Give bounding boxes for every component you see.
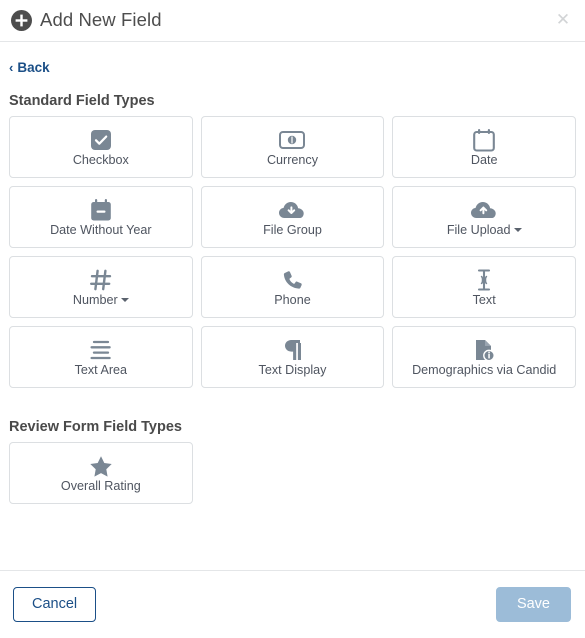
standard-field-type-grid: Checkbox Currency Date Date Without Year: [9, 116, 576, 388]
calendar-minus-icon: [90, 198, 112, 222]
cancel-button[interactable]: Cancel: [13, 587, 97, 622]
field-type-card-date[interactable]: Date: [392, 116, 576, 178]
back-label: Back: [17, 60, 50, 75]
section-title-standard: Standard Field Types: [9, 93, 155, 109]
field-type-label: Checkbox: [72, 153, 129, 168]
align-left-icon: [90, 338, 112, 362]
pilcrow-icon: [282, 338, 302, 362]
field-type-label: File Upload: [447, 223, 522, 238]
field-type-card-text[interactable]: Text: [392, 256, 576, 318]
review-form-field-type-grid: Overall Rating: [9, 442, 576, 504]
back-link[interactable]: ‹ Back: [9, 60, 50, 75]
chevron-down-icon[interactable]: [120, 297, 129, 302]
checkbox-checked-icon: [90, 128, 112, 152]
field-type-label: Date: [470, 153, 498, 168]
field-type-label: Phone: [274, 293, 311, 308]
field-type-card-number[interactable]: Number: [9, 256, 193, 318]
field-type-label: Text Display: [258, 363, 327, 378]
field-type-card-demographics-via-candid[interactable]: Demographics via Candid: [392, 326, 576, 388]
field-type-label: File Group: [263, 223, 322, 238]
chevron-down-icon[interactable]: [513, 227, 522, 232]
field-type-label: Overall Rating: [60, 479, 141, 494]
close-icon[interactable]: ✕: [554, 11, 572, 29]
modal-body: ‹ Back Standard Field Types Checkbox Cur…: [0, 42, 585, 570]
field-type-label: Date Without Year: [50, 223, 152, 238]
field-type-label: Currency: [266, 153, 319, 168]
field-type-card-file-upload[interactable]: File Upload: [392, 186, 576, 248]
modal-footer: Cancel Save: [0, 570, 585, 638]
field-type-label: Demographics via Candid: [412, 363, 557, 378]
money-bill-icon: [279, 128, 306, 152]
phone-icon: [282, 268, 303, 292]
cloud-download-icon: [278, 198, 306, 222]
field-type-card-text-area[interactable]: Text Area: [9, 326, 193, 388]
field-type-label: Number: [73, 293, 129, 308]
text-cursor-icon: [477, 268, 491, 292]
field-type-label: Text Area: [74, 363, 128, 378]
save-button[interactable]: Save: [495, 587, 571, 622]
chevron-left-icon: ‹: [9, 60, 14, 75]
modal-header: Add New Field ✕: [0, 0, 585, 42]
plus-circle-icon: [11, 10, 32, 31]
field-type-card-checkbox[interactable]: Checkbox: [9, 116, 193, 178]
calendar-icon: [473, 128, 496, 152]
cloud-upload-icon: [470, 198, 498, 222]
field-type-card-text-display[interactable]: Text Display: [200, 326, 385, 388]
field-type-label: Text: [472, 293, 496, 308]
add-new-field-modal: Add New Field ✕ ‹ Back Standard Field Ty…: [0, 0, 585, 638]
hashtag-icon: [89, 268, 112, 292]
field-type-card-date-without-year[interactable]: Date Without Year: [9, 186, 193, 248]
file-info-icon: [473, 338, 496, 362]
field-type-card-currency[interactable]: Currency: [200, 116, 385, 178]
field-type-card-file-group[interactable]: File Group: [200, 186, 385, 248]
page-title: Add New Field: [40, 9, 162, 31]
section-title-review-form: Review Form Field Types: [9, 419, 182, 435]
field-type-card-overall-rating[interactable]: Overall Rating: [9, 442, 193, 504]
field-type-card-phone[interactable]: Phone: [200, 256, 385, 318]
star-icon: [89, 454, 113, 478]
